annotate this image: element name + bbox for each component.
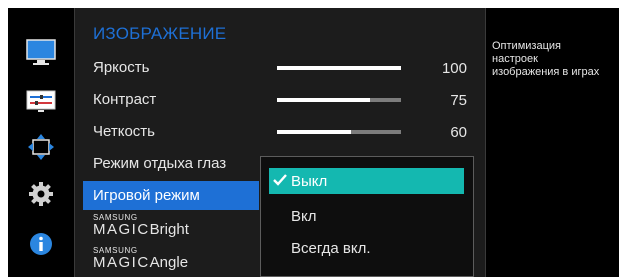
brightness-slider[interactable]	[277, 66, 401, 70]
menu-item-brightness[interactable]: Яркость 100	[75, 52, 485, 83]
sharpness-value: 60	[450, 124, 467, 141]
sharpness-slider[interactable]	[277, 130, 401, 134]
checkmark-icon	[272, 173, 288, 191]
menu-item-label: Режим отдыха глаз	[93, 155, 227, 172]
contrast-value: 75	[450, 92, 467, 109]
option-always-on[interactable]: Всегда вкл.	[269, 235, 464, 261]
brightness-value: 100	[441, 60, 467, 77]
game-mode-dropdown: Выкл Вкл Всегда вкл.	[260, 156, 474, 277]
contrast-slider[interactable]	[277, 98, 401, 102]
samsung-magic-logo: SAMSUNG MAGIC	[93, 213, 150, 238]
slider-fill	[277, 130, 352, 134]
help-text: Оптимизация настроек изображения в играх	[492, 40, 600, 78]
menu-item-label: Четкость	[93, 123, 155, 140]
option-label: Вкл	[291, 208, 317, 225]
samsung-magic-logo: SAMSUNG MAGIC	[93, 246, 150, 271]
menu-item-label: Игровой режим	[93, 187, 200, 204]
info-icon[interactable]	[24, 229, 58, 259]
option-label: Выкл	[291, 173, 328, 190]
option-on[interactable]: Вкл	[269, 203, 464, 229]
help-panel: Оптимизация настроек изображения в играх	[486, 8, 619, 277]
menu-item-label: Яркость	[93, 59, 150, 76]
nav-icon-column	[8, 8, 74, 277]
gear-icon[interactable]	[24, 179, 58, 209]
magic-angle-label: SAMSUNG MAGIC Angle	[93, 246, 189, 271]
slider-fill	[277, 66, 401, 70]
monitor-icon[interactable]	[24, 38, 58, 68]
menu-title: ИЗОБРАЖЕНИЕ	[93, 24, 227, 43]
resize-arrows-icon[interactable]	[24, 132, 58, 162]
menu-item-contrast[interactable]: Контраст 75	[75, 84, 485, 115]
sliders-icon[interactable]	[24, 87, 58, 117]
option-label: Всегда вкл.	[291, 240, 371, 257]
option-off[interactable]: Выкл	[269, 168, 464, 194]
menu-item-sharpness[interactable]: Четкость 60	[75, 116, 485, 147]
osd-window: ИЗОБРАЖЕНИЕ Яркость 100 Контраст 75 Четк…	[8, 8, 619, 277]
menu-item-label: Контраст	[93, 91, 157, 108]
magic-bright-label: SAMSUNG MAGIC Bright	[93, 213, 189, 238]
slider-fill	[277, 98, 370, 102]
